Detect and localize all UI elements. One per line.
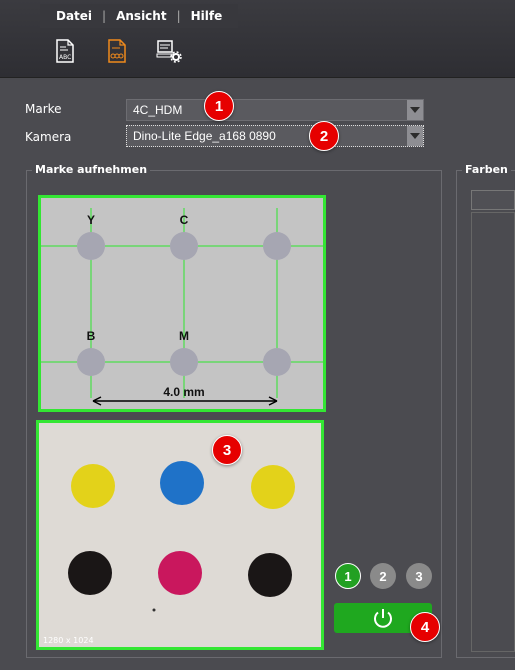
svg-text:ABC: ABC — [59, 54, 71, 61]
marke-row: Marke — [25, 102, 125, 116]
mark-dot — [263, 348, 291, 376]
menu-ansicht[interactable]: Ansicht — [110, 9, 172, 23]
colors-list[interactable] — [471, 212, 515, 652]
kamera-value: Dino-Lite Edge_a168 0890 — [133, 129, 276, 143]
kamera-label: Kamera — [25, 130, 72, 144]
yellow-dot — [251, 465, 295, 509]
colors-header-field — [471, 190, 515, 210]
label-y: Y — [87, 213, 95, 227]
mark-dot — [170, 232, 198, 260]
channel-button-3[interactable]: 3 — [406, 563, 432, 589]
mark-dot — [170, 348, 198, 376]
mark-dot — [77, 348, 105, 376]
cyan-dot — [160, 461, 204, 505]
camera-preview[interactable]: 1280 x 1024 — [36, 420, 324, 650]
abc-document-icon[interactable]: ABC — [50, 36, 80, 66]
mark-diagram-svg: Y C B M 4.0 mm — [41, 208, 323, 406]
menu-bar: Datei | Ansicht | Hilfe — [40, 4, 239, 28]
menu-separator: | — [102, 9, 107, 23]
menu-separator: | — [176, 9, 181, 23]
computer-settings-icon[interactable] — [154, 36, 184, 66]
top-bar: Datei | Ansicht | Hilfe ABC — [0, 0, 515, 78]
mark-dot — [263, 232, 291, 260]
kamera-select[interactable]: Dino-Lite Edge_a168 0890 — [126, 125, 424, 147]
channel-button-1[interactable]: 1 — [335, 563, 361, 589]
menu-hilfe[interactable]: Hilfe — [185, 9, 229, 23]
capture-group-title: Marke aufnehmen — [32, 163, 151, 176]
marke-value: 4C_HDM — [133, 103, 183, 117]
marks-document-icon[interactable] — [102, 36, 132, 66]
channel-button-2[interactable]: 2 — [370, 563, 396, 589]
menu-datei[interactable]: Datei — [50, 9, 98, 23]
label-c: C — [180, 213, 189, 227]
label-m: M — [179, 329, 189, 343]
speck — [152, 608, 156, 612]
toolbar: ABC — [50, 36, 184, 66]
black-dot — [68, 551, 112, 595]
chevron-down-icon[interactable] — [407, 100, 423, 120]
marke-label: Marke — [25, 102, 62, 116]
colors-group-title: Farben — [462, 163, 511, 176]
camera-image — [68, 461, 295, 612]
marke-select[interactable]: 4C_HDM — [126, 99, 424, 121]
marker-3: 3 — [212, 435, 242, 465]
black-dot — [248, 553, 292, 597]
kamera-row: Kamera — [25, 130, 125, 144]
label-b: B — [87, 329, 96, 343]
yellow-dot — [71, 464, 115, 508]
power-icon — [374, 609, 392, 628]
magenta-dot — [158, 551, 202, 595]
resolution-label: 1280 x 1024 — [43, 636, 94, 645]
dimension-label: 4.0 mm — [163, 385, 204, 399]
marker-4: 4 — [410, 612, 440, 642]
marker-1: 1 — [204, 91, 234, 121]
marker-2: 2 — [309, 121, 339, 151]
mark-diagram: Y C B M 4.0 mm — [38, 195, 326, 412]
mark-dot — [77, 232, 105, 260]
chevron-down-icon[interactable] — [407, 126, 423, 146]
